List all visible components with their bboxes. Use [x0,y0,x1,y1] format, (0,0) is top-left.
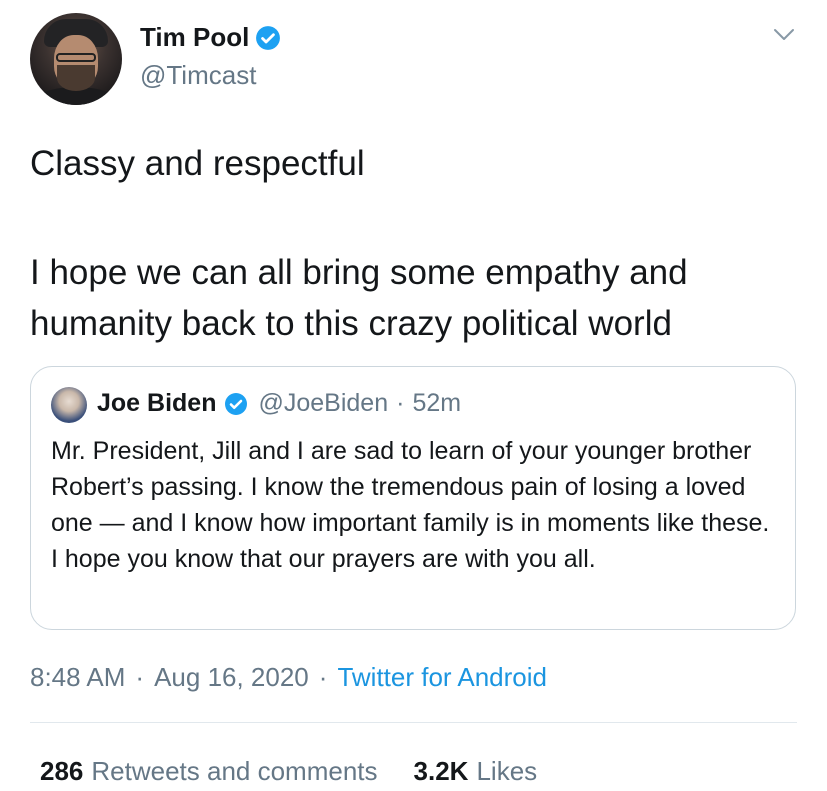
likes-count: 3.2K [413,756,469,786]
meta-separator-1: · [135,662,145,692]
quoted-verified-badge-icon [225,392,248,415]
likes-stat[interactable]: 3.2K Likes [414,756,538,787]
retweets-count: 286 [40,756,84,786]
chevron-down-icon[interactable] [773,28,795,42]
author-name[interactable]: Tim Pool [140,22,249,53]
meta-separator-2: · [318,662,328,692]
quoted-tweet-header: Joe Biden @JoeBiden · 52m [97,389,461,418]
quoted-tweet-text: Mr. President, Jill and I are sad to lea… [51,437,770,573]
retweets-stat[interactable]: 286 Retweets and comments [40,756,378,787]
verified-badge-icon [256,25,281,50]
quoted-author-handle: @JoeBiden [258,389,389,417]
quoted-author-avatar [51,387,87,423]
divider [30,722,797,723]
tweet-line-2: I hope we can all bring some empathy and… [30,253,688,343]
avatar-glasses [56,53,96,62]
retweets-label: Retweets and comments [91,756,378,786]
tweet-source-link[interactable]: Twitter for Android [337,662,547,693]
author-name-row[interactable]: Tim Pool [140,22,281,53]
tweet-date[interactable]: Aug 16, 2020 [154,662,309,693]
tweet-stats: 286 Retweets and comments 3.2K Likes [40,756,537,787]
quoted-author-name: Joe Biden [97,389,217,417]
quoted-tweet-time: 52m [412,389,462,417]
tweet-text: Classy and respectful I hope we can all … [30,138,810,349]
tweet-meta: 8:48 AM · Aug 16, 2020 · Twitter for And… [30,662,547,693]
tweet-time: 8:48 AM [30,662,126,692]
author-handle[interactable]: @Timcast [140,60,256,91]
quoted-separator: · [396,389,405,417]
likes-label: Likes [476,756,538,786]
quoted-tweet-card[interactable]: Joe Biden @JoeBiden · 52m Mr. President,… [30,366,796,630]
tweet-line-1: Classy and respectful [30,144,365,183]
author-avatar[interactable] [30,13,122,105]
avatar-beard [57,65,95,91]
